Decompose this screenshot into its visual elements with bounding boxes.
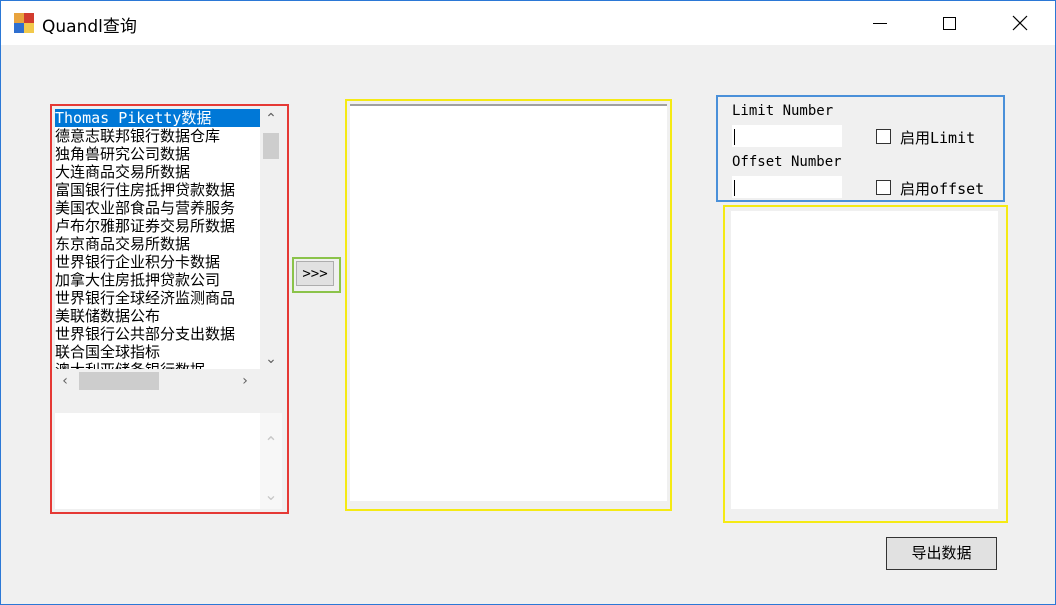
maximize-button[interactable]: [926, 1, 972, 45]
transfer-button-frame: >>>: [292, 257, 341, 293]
list-item[interactable]: 德意志联邦银行数据仓库: [55, 127, 260, 145]
description-scrollbar[interactable]: ⌃ ⌄: [260, 413, 282, 509]
text-caret: [734, 180, 735, 196]
source-list-horizontal-scrollbar[interactable]: ‹ ›: [55, 369, 260, 393]
list-item[interactable]: 联合国全球指标: [55, 343, 260, 361]
list-item[interactable]: 世界银行企业积分卡数据: [55, 253, 260, 271]
list-item[interactable]: 富国银行住房抵押贷款数据: [55, 181, 260, 199]
app-icon: [14, 13, 34, 33]
list-item[interactable]: 东京商品交易所数据: [55, 235, 260, 253]
enable-offset-label: 启用offset: [900, 180, 985, 198]
title-bar: Quandl查询: [1, 1, 1055, 45]
transfer-button[interactable]: >>>: [296, 261, 334, 286]
export-data-button[interactable]: 导出数据: [886, 537, 997, 570]
list-item[interactable]: 世界银行全球经济监测商品: [55, 289, 260, 307]
enable-limit-checkbox[interactable]: [876, 129, 891, 144]
source-list-panel: Thomas Piketty数据 德意志联邦银行数据仓库 独角兽研究公司数据 大…: [50, 104, 289, 514]
minimize-icon: [873, 22, 887, 24]
app-window: Quandl查询 Thomas Piketty数据 德意志联邦银行数据仓库 独角…: [0, 0, 1056, 605]
offset-number-input[interactable]: [732, 176, 842, 198]
close-icon: [1012, 15, 1028, 31]
list-item[interactable]: 澳大利亚储备银行数据: [55, 361, 260, 369]
result-panel[interactable]: [731, 211, 998, 509]
scroll-up-icon[interactable]: ⌃: [260, 109, 282, 129]
source-listbox[interactable]: Thomas Piketty数据 德意志联邦银行数据仓库 独角兽研究公司数据 大…: [55, 109, 260, 369]
enable-limit-label: 启用Limit: [900, 129, 976, 147]
scroll-up-icon[interactable]: ⌃: [260, 433, 282, 453]
list-item[interactable]: 大连商品交易所数据: [55, 163, 260, 181]
maximize-icon: [942, 16, 956, 30]
scroll-down-icon[interactable]: ⌄: [260, 485, 282, 505]
list-item[interactable]: Thomas Piketty数据: [55, 109, 260, 127]
list-item[interactable]: 美国农业部食品与营养服务: [55, 199, 260, 217]
scroll-left-icon[interactable]: ‹: [55, 369, 75, 393]
text-caret: [734, 129, 735, 145]
selected-list-panel: [345, 99, 672, 511]
limit-number-label: Limit Number: [732, 103, 834, 119]
enable-offset-checkbox[interactable]: [876, 180, 891, 195]
list-item[interactable]: 美联储数据公布: [55, 307, 260, 325]
close-button[interactable]: [997, 1, 1043, 45]
scroll-right-icon[interactable]: ›: [235, 369, 255, 393]
query-options-group: Limit Number 启用Limit Offset Number 启用off…: [716, 95, 1005, 202]
list-item[interactable]: 独角兽研究公司数据: [55, 145, 260, 163]
result-panel-frame: [723, 205, 1008, 523]
list-item[interactable]: 世界银行公共部分支出数据: [55, 325, 260, 343]
minimize-button[interactable]: [857, 1, 903, 45]
list-item[interactable]: 加拿大住房抵押贷款公司: [55, 271, 260, 289]
scroll-thumb[interactable]: [263, 133, 279, 159]
source-list-vertical-scrollbar[interactable]: ⌃ ⌄: [260, 109, 282, 369]
scroll-thumb[interactable]: [79, 372, 159, 390]
offset-number-label: Offset Number: [732, 154, 842, 170]
list-item[interactable]: 卢布尔雅那证券交易所数据: [55, 217, 260, 235]
scroll-down-icon[interactable]: ⌄: [260, 349, 282, 369]
limit-number-input[interactable]: [732, 125, 842, 147]
source-description-box[interactable]: [55, 413, 260, 509]
selected-listbox[interactable]: [350, 104, 667, 501]
window-title: Quandl查询: [42, 17, 137, 37]
